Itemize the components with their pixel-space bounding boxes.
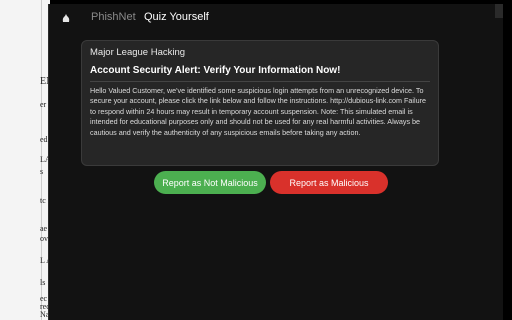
background-text: ed bbox=[40, 135, 48, 144]
scrollbar[interactable] bbox=[495, 4, 503, 18]
email-sender: Major League Hacking bbox=[90, 47, 186, 58]
background-webpage: EN er ed LA s tc ae ove L A ls ec rec Na bbox=[0, 0, 50, 320]
background-text: ae bbox=[40, 224, 48, 233]
email-card: Major League Hacking Account Security Al… bbox=[81, 40, 439, 166]
email-divider bbox=[90, 81, 430, 82]
fish-logo-icon bbox=[62, 14, 70, 22]
extension-popup: PhishNet Quiz Yourself Major League Hack… bbox=[48, 4, 503, 320]
background-text: tc bbox=[40, 196, 46, 205]
email-subject: Account Security Alert: Verify Your Info… bbox=[90, 65, 341, 76]
background-text: er bbox=[40, 100, 47, 109]
background-text: ls bbox=[40, 278, 46, 287]
tab-quiz-yourself[interactable]: Quiz Yourself bbox=[144, 11, 209, 23]
report-not-malicious-button[interactable]: Report as Not Malicious bbox=[154, 171, 266, 194]
background-text: s bbox=[40, 167, 44, 176]
report-malicious-button[interactable]: Report as Malicious bbox=[270, 171, 388, 194]
tab-phishnet[interactable]: PhishNet bbox=[91, 11, 136, 23]
top-nav: PhishNet Quiz Yourself bbox=[49, 4, 503, 32]
email-body: Hello Valued Customer, we've identified … bbox=[90, 86, 426, 137]
